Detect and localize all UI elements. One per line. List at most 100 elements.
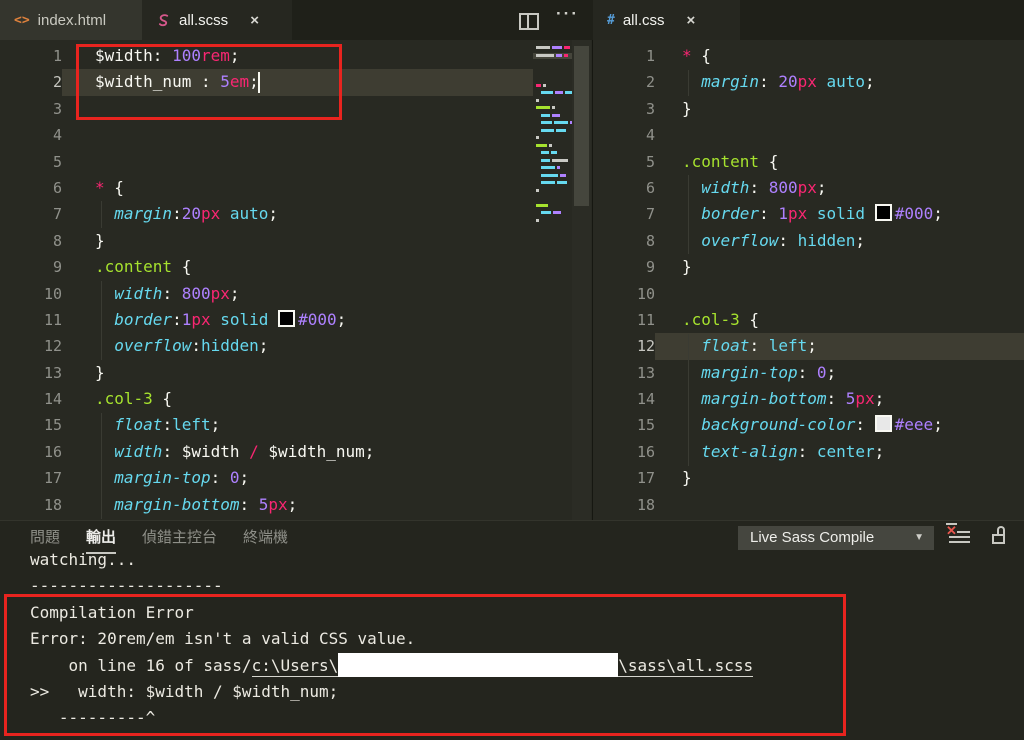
- code-line-5[interactable]: 5 .content {: [593, 149, 1024, 175]
- split-editor-icon[interactable]: [519, 13, 539, 30]
- editor-group-area: 1 $width: 100rem; 2 $width_num : 5em; 3 4 5 6 * …: [0, 40, 1024, 520]
- code-line-7[interactable]: 7 border: 1px solid #000;: [593, 201, 1024, 227]
- code-line-18[interactable]: 18: [593, 492, 1024, 518]
- code-line-8[interactable]: 8}: [0, 228, 533, 254]
- tab-index-html[interactable]: <> index.html: [0, 0, 142, 40]
- line-number: 10: [636, 284, 655, 303]
- code-line-13[interactable]: 13}: [0, 360, 533, 386]
- code-line-12[interactable]: 12 overflow:hidden;: [0, 333, 533, 359]
- output-line: --------------------: [30, 576, 223, 596]
- code-line-18[interactable]: 18 margin-bottom: 5px;: [0, 492, 533, 518]
- code-line-8[interactable]: 8 overflow: hidden;: [593, 228, 1024, 254]
- line-number: 3: [645, 99, 655, 118]
- code-line-4[interactable]: 4: [0, 122, 533, 148]
- scrollbar-track[interactable]: [572, 40, 591, 520]
- code-line-14[interactable]: 14 .col-3 {: [0, 386, 533, 412]
- panel-tab-problems[interactable]: 問題: [30, 526, 60, 549]
- code-line-10[interactable]: 10: [593, 281, 1024, 307]
- color-swatch: [874, 415, 892, 433]
- code-line-10[interactable]: 10 width: 800px;: [0, 281, 533, 307]
- lock-panel-icon[interactable]: [991, 526, 1007, 546]
- editor-tab-bar: <> index.html all.scss × ··· # all.css ×: [0, 0, 1024, 40]
- code-line-13[interactable]: 13 margin-top: 0;: [593, 360, 1024, 386]
- panel-tab-debug-console[interactable]: 偵錯主控台: [142, 526, 217, 549]
- line-number: 4: [52, 126, 62, 145]
- indent-guide: [688, 70, 689, 96]
- line-number: 18: [43, 495, 62, 514]
- output-line: >> width: $width / $width_num;: [30, 681, 339, 701]
- output-line-error-location: on line 16 of sass/c:\Users\ \sass\all.sc…: [0, 652, 1024, 679]
- more-actions-icon[interactable]: ···: [556, 4, 579, 24]
- output-log: watching... -------------------- Compilati…: [0, 547, 1024, 740]
- code-line-17[interactable]: 17 margin-top: 0;: [0, 465, 533, 491]
- code-line-5[interactable]: 5: [0, 149, 533, 175]
- line-number: 1: [645, 47, 655, 65]
- close-icon[interactable]: ×: [250, 12, 259, 29]
- code-line-7[interactable]: 7 margin:20px auto;: [0, 201, 533, 227]
- tab-all-scss[interactable]: all.scss ×: [142, 0, 292, 40]
- output-line: Error: 20rem/em isn't a valid CSS value.: [30, 629, 416, 649]
- clear-output-icon[interactable]: ✕: [946, 523, 970, 546]
- code-line-2[interactable]: 2 margin: 20px auto;: [593, 69, 1024, 95]
- line-number: 5: [645, 152, 655, 171]
- line-number: 16: [43, 442, 62, 461]
- minimap[interactable]: [533, 40, 577, 520]
- redaction-box: [338, 652, 619, 677]
- code-line-3[interactable]: 3: [0, 96, 533, 122]
- line-number: 6: [52, 178, 62, 197]
- css-file-icon: #: [607, 12, 615, 28]
- code-line-3[interactable]: 3}: [593, 96, 1024, 122]
- line-number: 2: [645, 73, 655, 92]
- html-file-icon: <>: [14, 12, 30, 28]
- code-line-17[interactable]: 17}: [593, 465, 1024, 491]
- output-line: Compilation Error: [30, 602, 194, 622]
- code-line-1[interactable]: 1 * {: [593, 43, 1024, 69]
- code-line-11[interactable]: 11 .col-3 {: [593, 307, 1024, 333]
- panel-tab-terminal[interactable]: 終端機: [243, 526, 288, 549]
- line-number: 7: [52, 205, 62, 224]
- line-number: 4: [645, 126, 655, 145]
- code-line-2[interactable]: 2 $width_num : 5em;: [0, 69, 533, 96]
- indent-guide: [101, 201, 102, 228]
- code-line-14[interactable]: 14 margin-bottom: 5px;: [593, 386, 1024, 412]
- line-number: 9: [52, 258, 62, 277]
- code-line-16[interactable]: 16 text-align: center;: [593, 439, 1024, 465]
- scrollbar-thumb[interactable]: [574, 46, 589, 206]
- line-number: 8: [52, 231, 62, 250]
- code-line-12[interactable]: 12 float: left;: [593, 333, 1024, 360]
- chevron-down-icon: ▼: [914, 532, 924, 543]
- tab-all-css[interactable]: # all.css ×: [593, 0, 740, 40]
- panel-tab-output[interactable]: 輸出: [86, 526, 117, 554]
- code-line-6[interactable]: 6 * {: [0, 175, 533, 201]
- text-cursor: [258, 72, 260, 93]
- indent-guide: [688, 334, 689, 466]
- code-line-15[interactable]: 15 background-color: #eee;: [593, 412, 1024, 438]
- line-number: 8: [645, 231, 655, 250]
- line-number: 16: [636, 442, 655, 461]
- editor-all-css[interactable]: 1 * {2 margin: 20px auto; 3} 4 5 .content {6 …: [593, 40, 1024, 520]
- line-number: 11: [636, 310, 655, 329]
- code-line-9[interactable]: 9}: [593, 254, 1024, 280]
- code-line-4[interactable]: 4: [593, 122, 1024, 148]
- code-line-9[interactable]: 9 .content {: [0, 254, 533, 280]
- line-number: 2: [52, 73, 62, 92]
- line-number: 13: [636, 363, 655, 382]
- code-line-15[interactable]: 15 float:left;: [0, 412, 533, 438]
- color-swatch: [874, 204, 892, 222]
- output-channel-dropdown[interactable]: Live Sass Compile ▼: [738, 526, 934, 550]
- code-line-6[interactable]: 6 width: 800px;: [593, 175, 1024, 201]
- code-line-1[interactable]: 1 $width: 100rem;: [0, 43, 533, 69]
- error-file-link[interactable]: c:\Users\ \sass\all.scss: [251, 652, 754, 677]
- output-line: ---------^: [30, 708, 156, 728]
- code-line-11[interactable]: 11 border:1px solid #000;: [0, 307, 533, 333]
- editor-all-scss[interactable]: 1 $width: 100rem; 2 $width_num : 5em; 3 4 5 6 * …: [0, 40, 592, 520]
- close-icon[interactable]: ×: [687, 12, 696, 29]
- line-number: 15: [636, 416, 655, 435]
- line-number: 14: [43, 390, 62, 409]
- output-panel: 問題 輸出 偵錯主控台 終端機 Live Sass Compile ▼ ✕ wa…: [0, 520, 1024, 740]
- code-line-16[interactable]: 16 width: $width / $width_num;: [0, 439, 533, 465]
- line-number: 14: [636, 390, 655, 409]
- line-number: 12: [636, 337, 655, 356]
- line-number: 3: [52, 99, 62, 118]
- color-swatch: [278, 309, 296, 327]
